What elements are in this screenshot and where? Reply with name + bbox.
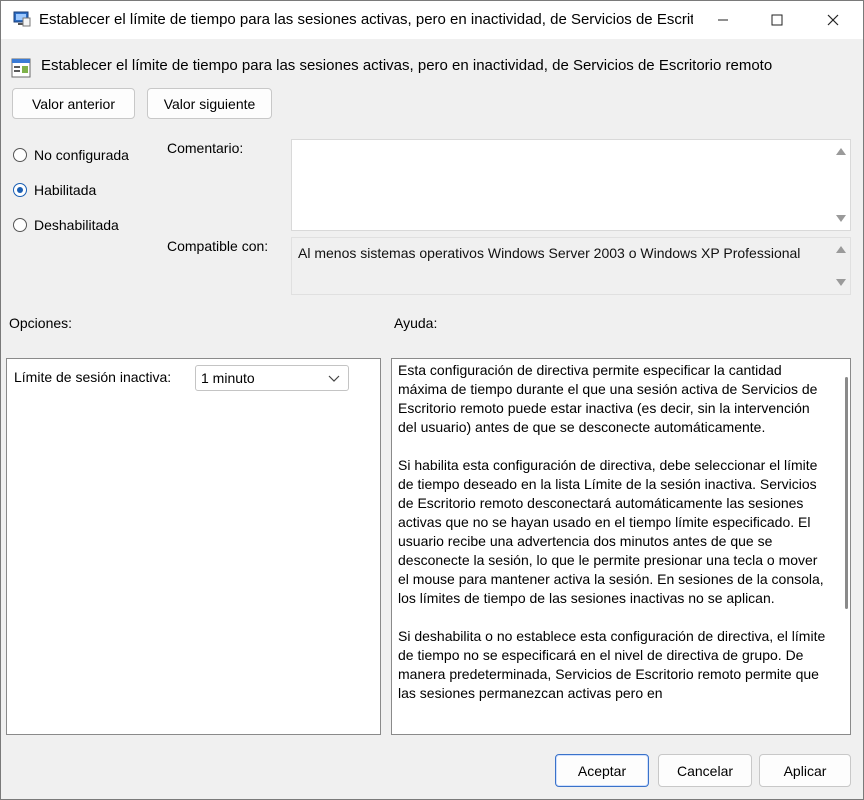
compatible-label: Compatible con: — [167, 238, 269, 254]
policy-setting-icon — [11, 58, 31, 78]
help-paragraph: Si habilita esta configuración de direct… — [398, 457, 824, 606]
previous-setting-button[interactable]: Valor anterior — [12, 88, 135, 119]
compatible-value: Al menos sistemas operativos Windows Ser… — [298, 245, 801, 261]
close-icon — [827, 14, 839, 26]
compatible-field: Al menos sistemas operativos Windows Ser… — [291, 237, 851, 295]
minimize-icon — [718, 19, 728, 21]
help-scrollbar-thumb[interactable] — [845, 377, 848, 609]
cancel-button[interactable]: Cancelar — [658, 754, 752, 787]
chevron-down-icon — [328, 375, 340, 382]
compatible-scrollbar[interactable] — [833, 238, 850, 294]
help-text: Esta configuración de directiva permite … — [398, 361, 830, 722]
radio-label: Habilitada — [34, 182, 97, 198]
radio-circle-selected[interactable] — [13, 183, 27, 197]
comment-label: Comentario: — [167, 140, 244, 156]
help-paragraph: Si deshabilita o no establece esta confi… — [398, 628, 826, 701]
policy-title: Establecer el límite de tiempo para las … — [41, 57, 773, 74]
radio-label: No configurada — [34, 147, 129, 163]
apply-button[interactable]: Aplicar — [759, 754, 851, 787]
minimize-button[interactable] — [701, 5, 745, 35]
scroll-up-icon[interactable] — [836, 148, 846, 155]
options-heading: Opciones: — [9, 315, 73, 331]
radio-circle[interactable] — [13, 218, 27, 232]
help-heading: Ayuda: — [394, 315, 438, 331]
comment-textarea[interactable] — [291, 139, 851, 231]
maximize-icon — [771, 14, 783, 26]
options-panel — [6, 358, 381, 735]
radio-circle[interactable] — [13, 148, 27, 162]
window-title: Establecer el límite de tiempo para las … — [39, 11, 693, 28]
policy-dialog-window: Establecer el límite de tiempo para las … — [0, 0, 864, 800]
scroll-down-icon[interactable] — [836, 279, 846, 286]
radio-disabled[interactable]: Deshabilitada — [13, 217, 119, 233]
idle-limit-select[interactable]: 1 minuto — [195, 365, 349, 391]
help-paragraph: Esta configuración de directiva permite … — [398, 362, 818, 435]
radio-not-configured[interactable]: No configurada — [13, 147, 129, 163]
scroll-up-icon[interactable] — [836, 246, 846, 253]
idle-limit-value: 1 minuto — [201, 370, 255, 386]
radio-enabled[interactable]: Habilitada — [13, 182, 96, 198]
maximize-button[interactable] — [755, 5, 799, 35]
close-button[interactable] — [811, 5, 855, 35]
help-panel: Esta configuración de directiva permite … — [391, 358, 851, 735]
comment-scrollbar[interactable] — [833, 140, 850, 230]
accept-button[interactable]: Aceptar — [555, 754, 649, 787]
group-policy-app-icon — [13, 11, 31, 27]
idle-limit-label: Límite de sesión inactiva: — [14, 369, 172, 385]
radio-label: Deshabilitada — [34, 217, 119, 233]
title-bar[interactable]: Establecer el límite de tiempo para las … — [1, 1, 863, 39]
scroll-down-icon[interactable] — [836, 215, 846, 222]
next-setting-button[interactable]: Valor siguiente — [147, 88, 272, 119]
